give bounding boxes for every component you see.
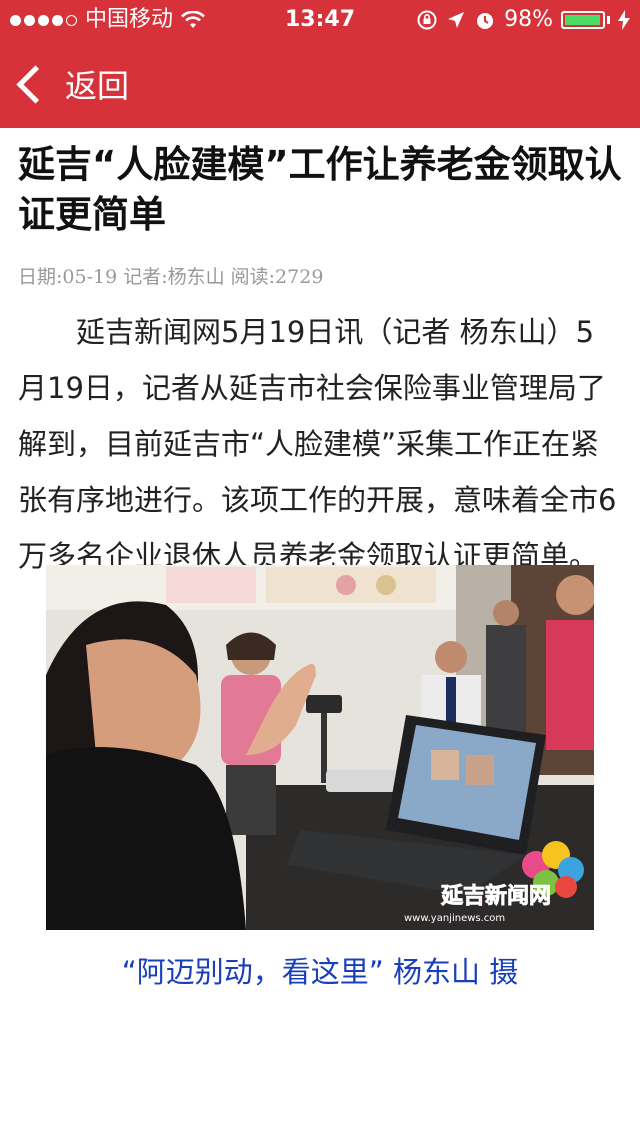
photo-watermark-url: www.yanjinews.com — [404, 913, 505, 924]
article-meta: 日期:05-19 记者:杨东山 阅读:2729 — [18, 266, 324, 288]
back-label: 返回 — [65, 67, 130, 105]
article-body: 延吉新闻网5月19日讯（记者 杨东山）5月19日，记者从延吉市社会保险事业管理局… — [18, 315, 617, 573]
back-button[interactable]: 返回 — [12, 60, 129, 108]
status-bar: 中国移动 13:47 98% — [0, 0, 640, 40]
battery-fill — [565, 15, 601, 25]
article-title: 延吉“人脸建模”工作让养老金领取认证更简单 — [18, 143, 622, 236]
navbar: 返回 — [0, 40, 640, 128]
photo-caption: “阿迈别动，看这里” 杨东山 摄 — [121, 955, 519, 989]
alarm-clock-icon — [477, 13, 494, 29]
photo-watermark: 延吉新闻网 — [440, 883, 551, 909]
photo-illustration: 延吉新闻网 www.yanjinews.com — [46, 565, 594, 930]
charging-bolt-icon — [618, 10, 630, 30]
article-photo[interactable]: 延吉新闻网 www.yanjinews.com — [46, 565, 594, 930]
article: 延吉“人脸建模”工作让养老金领取认证更简单 日期:05-19 记者:杨东山 阅读… — [0, 128, 640, 584]
battery-tip — [607, 16, 610, 24]
battery-percent: 98% — [504, 7, 553, 32]
location-arrow-icon — [448, 12, 465, 28]
app-header: 中国移动 13:47 98% 返回 — [0, 0, 640, 128]
chevron-left-icon — [16, 64, 55, 104]
status-right: 98% — [416, 0, 630, 40]
battery-icon — [561, 11, 605, 29]
orientation-lock-icon — [417, 10, 437, 30]
